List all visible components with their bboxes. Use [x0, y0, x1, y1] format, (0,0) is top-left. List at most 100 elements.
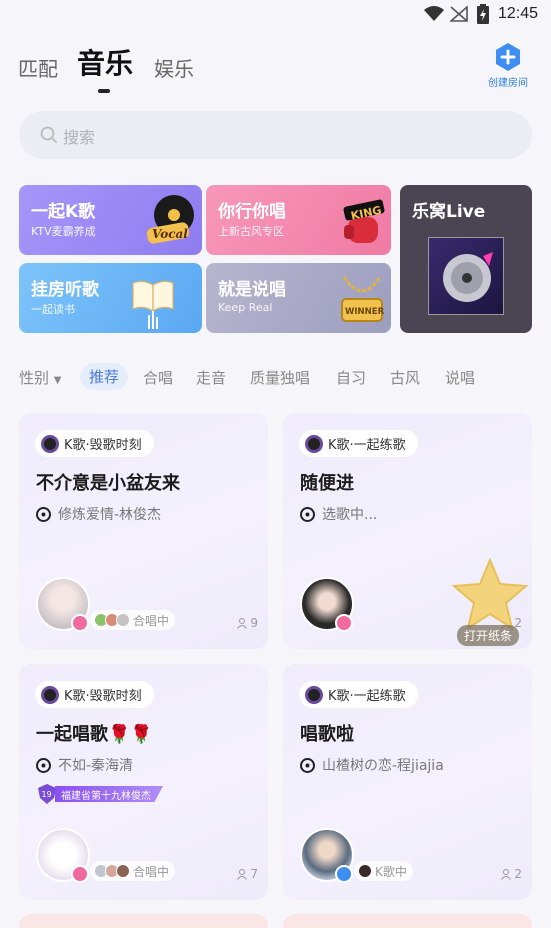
mic-badge-icon: [71, 865, 89, 883]
song-name: 修炼爱情-林俊杰: [58, 507, 162, 523]
create-room-button[interactable]: 创建房间: [484, 42, 532, 89]
room-card-peek: [283, 914, 532, 928]
room-status-pill: K歌中: [354, 861, 413, 881]
gold-chain-icon: WINNER: [341, 276, 385, 322]
active-tab-indicator: [98, 89, 110, 93]
clock: 12:45: [498, 5, 539, 22]
create-room-label: 创建房间: [488, 78, 528, 89]
room-title: 唱歌啦: [300, 724, 354, 745]
dropdown-caret-icon: ▼: [53, 375, 62, 386]
music-note-icon: [300, 506, 315, 522]
room-card[interactable]: K歌·毁歌时刻 一起唱歌🌹🌹 不如-秦海清 19 福建省第十九林俊杰 合唱中 7: [19, 664, 268, 900]
member-count: 2: [500, 867, 522, 881]
boxing-glove-icon: KING: [343, 199, 385, 243]
top-tab-bar: 匹配 音乐 娱乐: [0, 40, 551, 100]
tab-match[interactable]: 匹配: [18, 53, 58, 82]
music-note-icon: [36, 757, 51, 773]
search-icon: [40, 126, 57, 143]
person-icon: [237, 618, 248, 629]
banner-title: 一起K歌: [31, 202, 96, 222]
room-card[interactable]: K歌·一起练歌 唱歌啦 山楂树の恋-程jiajia K歌中 2: [283, 664, 532, 900]
vinyl-icon: [41, 685, 59, 704]
room-status-text: 合唱中: [133, 864, 170, 879]
banner-title: 你行你唱: [218, 202, 286, 222]
room-card[interactable]: K歌·毁歌时刻 不介意是小盆友来 修炼爱情-林俊杰 合唱中 9: [19, 413, 268, 649]
banner-subtitle: Keep Real: [218, 301, 273, 314]
cd-disc-icon: [443, 252, 493, 302]
banner-title: 乐窝Live: [412, 202, 486, 222]
participant-avatar: [116, 613, 130, 627]
filter-rap[interactable]: 说唱: [445, 367, 475, 388]
room-title: 一起唱歌🌹🌹: [36, 724, 153, 745]
room-status-pill: 合唱中: [90, 610, 176, 630]
room-status-pill: 合唱中: [90, 861, 176, 881]
star-icon: [451, 558, 529, 630]
room-category-label: K歌·毁歌时刻: [64, 689, 142, 704]
song-name: 选歌中...: [322, 507, 378, 523]
mic-badge-icon: [335, 614, 353, 632]
gender-filter-dropdown[interactable]: 性别 ▼: [19, 367, 62, 388]
room-category-label: K歌·一起练歌: [328, 689, 406, 704]
current-song: 山楂树の恋-程jiajia: [300, 755, 444, 775]
filter-self-study[interactable]: 自习: [336, 367, 366, 388]
tab-entertainment[interactable]: 娱乐: [154, 53, 194, 82]
room-category-label: K歌·一起练歌: [328, 438, 406, 453]
current-song: 修炼爱情-林俊杰: [36, 504, 161, 524]
participant-avatar: [116, 864, 130, 878]
vocal-art-text: Vocal: [152, 227, 188, 241]
user-level-badge: 19 福建省第十九林俊杰: [36, 783, 163, 805]
status-bar: 12:45: [0, 0, 551, 30]
banner-subtitle: KTV麦霸养成: [31, 225, 96, 238]
banner-you-sing[interactable]: 你行你唱 上新古风专区 KING: [206, 185, 391, 255]
filter-quality-solo[interactable]: 质量独唱: [250, 367, 310, 388]
vinyl-record-icon: Vocal: [146, 195, 194, 244]
search-input[interactable]: 搜索: [19, 111, 532, 159]
room-status-text: K歌中: [375, 864, 407, 879]
shield-icon: 19: [38, 784, 56, 804]
member-count-value: 7: [250, 867, 258, 881]
room-status-text: 合唱中: [133, 613, 170, 628]
room-category-label: K歌·毁歌时刻: [64, 438, 142, 453]
banner-sing-together[interactable]: 一起K歌 KTV麦霸养成 Vocal: [19, 185, 202, 255]
vinyl-icon: [305, 685, 323, 704]
filter-recommend[interactable]: 推荐: [80, 363, 129, 390]
banner-listen-room[interactable]: 挂房听歌 一起读书: [19, 263, 202, 333]
plus-icon: [496, 43, 520, 71]
room-category-tag: K歌·毁歌时刻: [35, 681, 154, 708]
banner-title: 挂房听歌: [31, 280, 99, 300]
banner-rap[interactable]: 就是说唱 Keep Real WINNER: [206, 263, 391, 333]
mic-badge-icon: [71, 614, 89, 632]
music-note-icon: [36, 506, 51, 522]
winner-art-text: WINNER: [345, 307, 385, 317]
banner-subtitle: 一起读书: [31, 303, 75, 316]
music-note-icon: [300, 757, 315, 773]
song-name: 不如-秦海清: [58, 758, 134, 774]
open-note-floating-button[interactable]: 打开纸条: [450, 558, 530, 650]
room-title: 随便进: [300, 473, 354, 494]
filter-off-key[interactable]: 走音: [196, 367, 226, 388]
banner-lewo-live[interactable]: 乐窝Live: [400, 185, 532, 333]
tab-music[interactable]: 音乐: [77, 42, 133, 82]
filter-chorus[interactable]: 合唱: [143, 367, 173, 388]
member-count: 9: [236, 616, 258, 630]
song-name: 山楂树の恋-程jiajia: [322, 758, 444, 774]
no-signal-icon: [450, 6, 468, 22]
open-book-icon: [132, 280, 174, 329]
current-song: 不如-秦海清: [36, 755, 133, 775]
room-title: 不介意是小盆友来: [36, 473, 180, 494]
vinyl-icon: [41, 434, 59, 453]
person-icon: [237, 869, 248, 880]
room-category-tag: K歌·一起练歌: [299, 681, 418, 708]
member-count-value: 9: [250, 616, 258, 630]
male-badge-icon: [335, 865, 353, 883]
wifi-icon: [424, 6, 444, 21]
room-card-peek: [19, 914, 268, 928]
vinyl-icon: [305, 434, 323, 453]
filter-ancient-style[interactable]: 古风: [390, 367, 420, 388]
battery-icon: [477, 4, 489, 24]
banner-title: 就是说唱: [218, 280, 286, 300]
room-category-tag: K歌·一起练歌: [299, 430, 418, 457]
person-icon: [501, 869, 512, 880]
level-title: 福建省第十九林俊杰: [55, 786, 163, 802]
open-note-label: 打开纸条: [457, 625, 520, 646]
